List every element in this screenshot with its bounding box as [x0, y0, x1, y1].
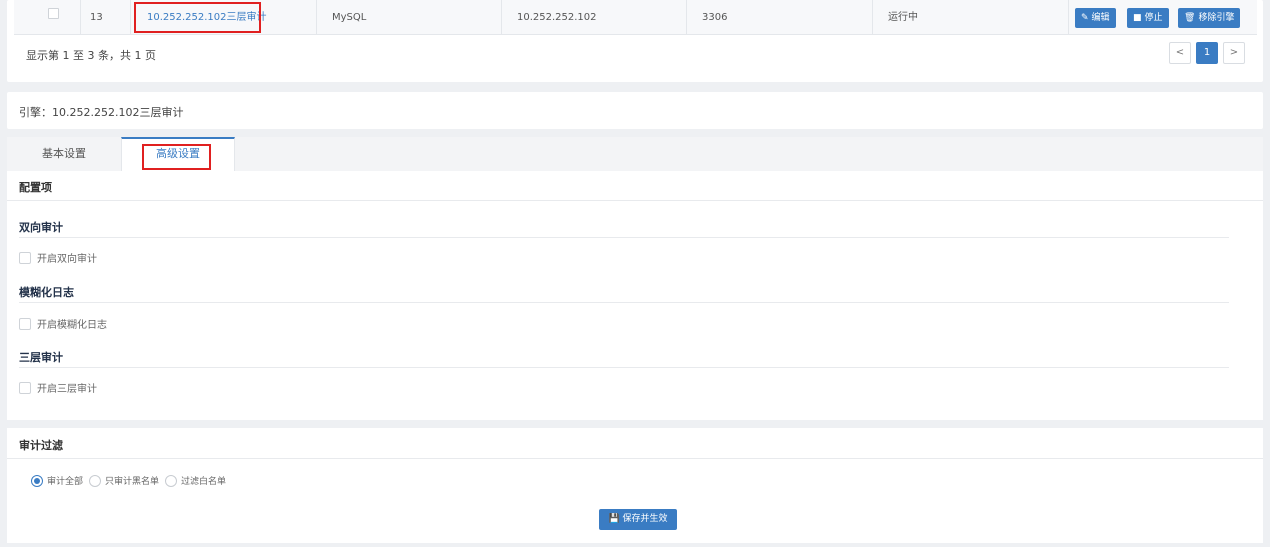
fuzzy-log-title: 模糊化日志 — [19, 286, 74, 299]
fuzzy-log-option[interactable]: 开启模糊化日志 — [19, 316, 107, 331]
highlight-box — [134, 2, 261, 33]
edit-label: 编辑 — [1091, 13, 1110, 23]
table-summary: 显示第 1 至 3 条，共 1 页 — [26, 49, 156, 62]
row-ip: 10.252.252.102 — [517, 12, 597, 23]
radio-audit-all-label: 审计全部 — [47, 477, 84, 487]
three-tier-audit-checkbox[interactable] — [19, 381, 31, 394]
prev-page-button[interactable]: < — [1169, 42, 1191, 64]
divider — [19, 302, 1229, 303]
save-label: 保存并生效 — [622, 514, 668, 524]
edit-icon: ✎ — [1081, 13, 1089, 23]
tab-basic-settings[interactable]: 基本设置 — [7, 137, 121, 171]
bidirectional-audit-option[interactable]: 开启双向审计 — [19, 250, 97, 265]
divider — [7, 200, 1263, 201]
stop-button[interactable]: ■ 停止 — [1127, 8, 1169, 28]
column-divider — [130, 0, 131, 35]
column-divider — [316, 0, 317, 35]
column-divider — [501, 0, 502, 35]
three-tier-audit-title: 三层审计 — [19, 351, 63, 364]
current-page-button[interactable]: 1 — [1196, 42, 1218, 64]
save-and-apply-button[interactable]: 💾 保存并生效 — [599, 509, 677, 530]
engine-label: 引擎：10.252.252.102三层审计 — [19, 106, 184, 119]
column-divider — [686, 0, 687, 35]
remove-label: 移除引擎 — [1198, 13, 1235, 23]
config-section-title: 配置项 — [19, 181, 52, 194]
audit-filter-panel: 审计过滤 审计全部 只审计黑名单 过滤白名单 💾 保存并生效 — [7, 428, 1263, 543]
trash-icon: 🗑 — [1184, 13, 1196, 23]
fuzzy-log-label: 开启模糊化日志 — [37, 320, 107, 331]
bidirectional-audit-label: 开启双向审计 — [37, 254, 97, 265]
radio-blacklist-only-label: 只审计黑名单 — [105, 477, 160, 487]
three-tier-audit-label: 开启三层审计 — [37, 384, 97, 395]
row-checkbox[interactable] — [48, 8, 59, 19]
column-divider — [1068, 0, 1069, 35]
divider — [19, 237, 1229, 238]
three-tier-audit-option[interactable]: 开启三层审计 — [19, 380, 97, 395]
radio-blacklist-only[interactable] — [89, 474, 102, 487]
remove-engine-button[interactable]: 🗑 移除引擎 — [1178, 8, 1241, 28]
engine-table-panel: 13 10.252.252.102三层审计 MySQL 10.252.252.1… — [7, 0, 1263, 82]
divider — [19, 367, 1229, 368]
divider — [7, 458, 1263, 459]
radio-filter-whitelist[interactable] — [165, 474, 178, 487]
highlight-box — [142, 144, 211, 170]
filter-section-title: 审计过滤 — [19, 439, 63, 452]
config-panel: 配置项 双向审计 开启双向审计 模糊化日志 开启模糊化日志 三层审计 开启三层审… — [7, 171, 1263, 420]
next-page-button[interactable]: > — [1223, 42, 1245, 64]
radio-filter-whitelist-label: 过滤白名单 — [181, 477, 227, 487]
row-port: 3306 — [702, 12, 728, 23]
engine-info-panel: 引擎：10.252.252.102三层审计 — [7, 92, 1263, 129]
row-db-type: MySQL — [332, 12, 367, 23]
row-id: 13 — [90, 12, 103, 23]
save-icon: 💾 — [608, 514, 620, 524]
edit-button[interactable]: ✎ 编辑 — [1075, 8, 1116, 28]
radio-audit-all[interactable] — [31, 474, 43, 487]
bidirectional-audit-title: 双向审计 — [19, 221, 63, 234]
column-divider — [80, 0, 81, 35]
stop-label: 停止 — [1144, 13, 1163, 23]
column-divider — [872, 0, 873, 35]
settings-tabs: 基本设置 高级设置 — [7, 137, 1263, 171]
bidirectional-audit-checkbox[interactable] — [19, 251, 31, 264]
filter-options: 审计全部 只审计黑名单 过滤白名单 — [31, 474, 232, 487]
stop-icon: ■ — [1133, 13, 1142, 23]
fuzzy-log-checkbox[interactable] — [19, 317, 31, 330]
row-status: 运行中 — [888, 12, 918, 23]
